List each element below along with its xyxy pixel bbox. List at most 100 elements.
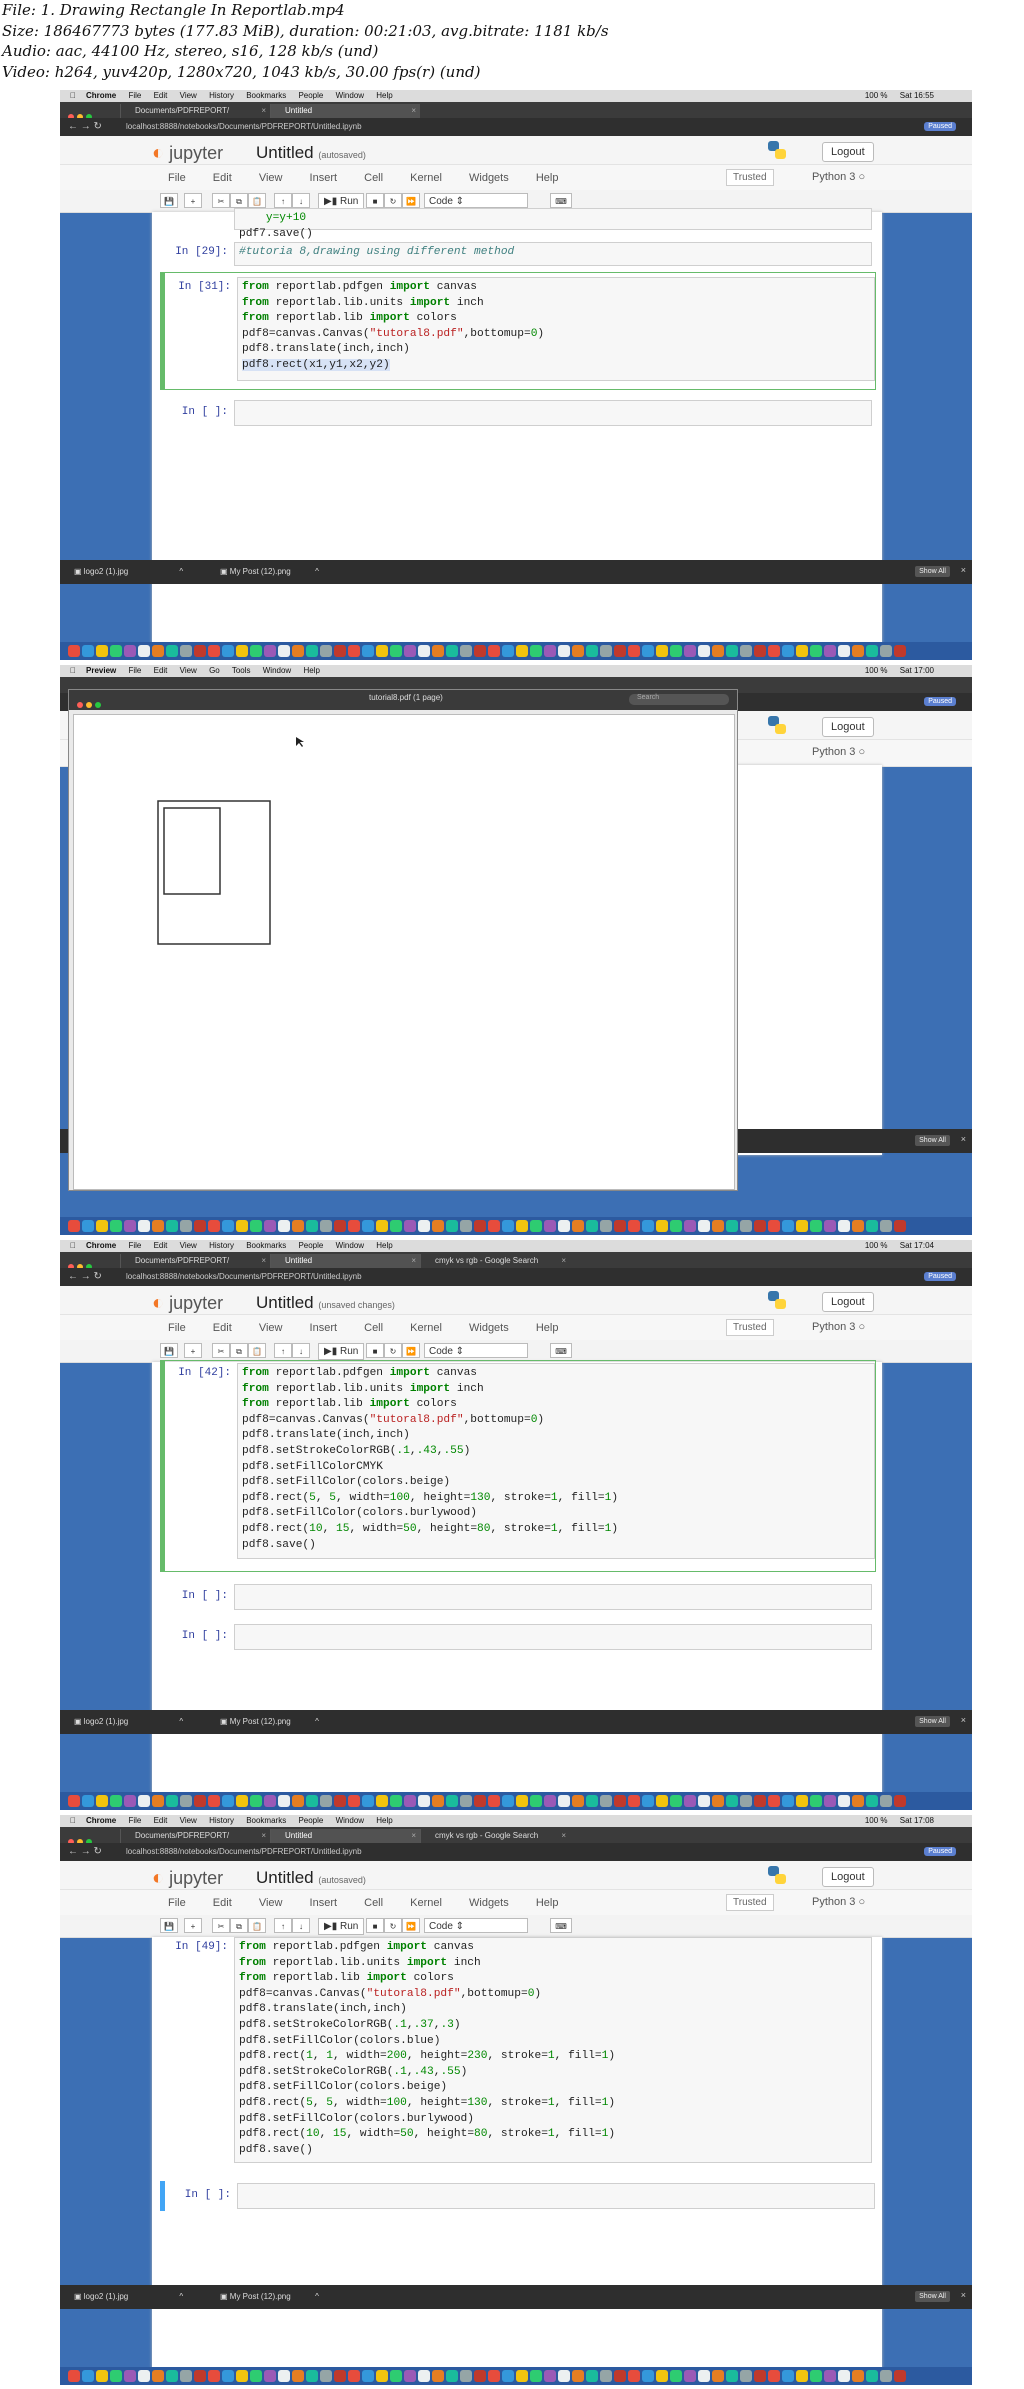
dock-app-icon[interactable]	[68, 645, 80, 657]
dock-app-icon[interactable]	[320, 1220, 332, 1232]
dock-icons[interactable]	[68, 2370, 964, 2382]
dock-app-icon[interactable]	[152, 645, 164, 657]
empty-cell[interactable]: In [ ]:	[162, 398, 872, 426]
dock-app-icon[interactable]	[726, 645, 738, 657]
dock-app-icon[interactable]	[82, 1220, 94, 1232]
menu-view[interactable]: View	[180, 1241, 197, 1250]
jmenu-insert[interactable]: Insert	[310, 1897, 338, 1909]
menu-file[interactable]: File	[128, 1816, 141, 1825]
dock-app-icon[interactable]	[460, 2370, 472, 2382]
cell-type-select[interactable]: Code ⇕	[424, 1343, 528, 1358]
dock-app-icon[interactable]	[96, 1220, 108, 1232]
dock-app-icon[interactable]	[320, 645, 332, 657]
dock-app-icon[interactable]	[236, 1795, 248, 1807]
menu-edit[interactable]: Edit	[154, 1816, 168, 1825]
dock-app-icon[interactable]	[348, 1795, 360, 1807]
move-up-icon[interactable]: ↑	[274, 193, 292, 208]
dock-app-icon[interactable]	[418, 2370, 430, 2382]
menu-people[interactable]: People	[298, 1816, 323, 1825]
run-button[interactable]: ▶▮ Run	[318, 1918, 365, 1935]
dock-app-icon[interactable]	[530, 1795, 542, 1807]
jmenu-edit[interactable]: Edit	[213, 1322, 232, 1334]
dock-app-icon[interactable]	[572, 2370, 584, 2382]
dock-app-icon[interactable]	[894, 1220, 906, 1232]
jmenu-file[interactable]: File	[168, 172, 186, 184]
dock-app-icon[interactable]	[334, 2370, 346, 2382]
close-icon[interactable]: ×	[411, 1254, 416, 1268]
dock-app-icon[interactable]	[824, 1795, 836, 1807]
dock-icons[interactable]	[68, 1220, 964, 1232]
restart-icon[interactable]: ↻	[384, 1343, 402, 1358]
dock-app-icon[interactable]	[740, 2370, 752, 2382]
dock-app-icon[interactable]	[642, 1795, 654, 1807]
dock-app-icon[interactable]	[838, 2370, 850, 2382]
empty-cell[interactable]: In [ ]:	[162, 1582, 872, 1610]
prev-cell[interactable]: y=y+10 pdf7.save()	[162, 208, 872, 240]
dock-app-icon[interactable]	[726, 2370, 738, 2382]
dock-app-icon[interactable]	[628, 2370, 640, 2382]
dock-app-icon[interactable]	[642, 645, 654, 657]
dock-app-icon[interactable]	[152, 1795, 164, 1807]
menu-edit[interactable]: Edit	[154, 91, 168, 100]
dock-app-icon[interactable]	[768, 1220, 780, 1232]
dock-app-icon[interactable]	[278, 1795, 290, 1807]
empty-cell-input[interactable]	[234, 1584, 872, 1610]
dock-app-icon[interactable]	[656, 1795, 668, 1807]
stop-icon[interactable]: ■	[366, 193, 384, 208]
apple-icon[interactable]: 	[70, 1815, 76, 1827]
dock-app-icon[interactable]	[250, 1795, 262, 1807]
cell-type-select[interactable]: Code ⇕	[424, 1918, 528, 1933]
dock-app-icon[interactable]	[446, 2370, 458, 2382]
dock-app-icon[interactable]	[558, 645, 570, 657]
nav-buttons-icon[interactable]: ← → ↻	[68, 1846, 102, 1857]
tab-untitled[interactable]: Untitled ×	[270, 1254, 420, 1268]
dock-app-icon[interactable]	[670, 2370, 682, 2382]
stop-icon[interactable]: ■	[366, 1918, 384, 1933]
dock-app-icon[interactable]	[320, 1795, 332, 1807]
empty-cell-input[interactable]	[234, 1624, 872, 1650]
dock-app-icon[interactable]	[96, 2370, 108, 2382]
dock-app-icon[interactable]	[334, 1795, 346, 1807]
jmenu-kernel[interactable]: Kernel	[410, 172, 442, 184]
notebook-title[interactable]: Untitled (unsaved changes)	[256, 1293, 395, 1313]
dock-app-icon[interactable]	[404, 645, 416, 657]
menu-app-name[interactable]: Preview	[86, 666, 116, 675]
dock-app-icon[interactable]	[502, 1220, 514, 1232]
preview-window[interactable]: tutorial8.pdf (1 page) Search	[68, 689, 738, 1191]
dock-app-icon[interactable]	[306, 2370, 318, 2382]
menu-window[interactable]: Window	[336, 1241, 364, 1250]
save-icon[interactable]: 💾	[160, 193, 178, 208]
cut-icon[interactable]: ✂	[212, 1343, 230, 1358]
close-icon[interactable]: ×	[961, 1715, 966, 1725]
paste-icon[interactable]: 📋	[248, 1918, 266, 1933]
dock-app-icon[interactable]	[516, 1795, 528, 1807]
dock-app-icon[interactable]	[446, 645, 458, 657]
move-up-icon[interactable]: ↑	[274, 1343, 292, 1358]
dock-app-icon[interactable]	[292, 1795, 304, 1807]
jupyter-logo[interactable]: ◐ jupyter	[152, 1867, 223, 1890]
dock-app-icon[interactable]	[432, 1220, 444, 1232]
dock-app-icon[interactable]	[110, 1795, 122, 1807]
dock-app-icon[interactable]	[264, 1220, 276, 1232]
menu-help[interactable]: Help	[303, 666, 319, 675]
empty-cell[interactable]: In [ ]:	[162, 1622, 872, 1650]
nav-buttons-icon[interactable]: ← → ↻	[68, 1271, 102, 1282]
keyboard-icon[interactable]: ⌨	[550, 193, 572, 208]
stop-icon[interactable]: ■	[366, 1343, 384, 1358]
dock-app-icon[interactable]	[82, 1795, 94, 1807]
fast-forward-icon[interactable]: ⏩	[402, 193, 420, 208]
dock-app-icon[interactable]	[558, 1795, 570, 1807]
dock-app-icon[interactable]	[656, 1220, 668, 1232]
dock-app-icon[interactable]	[894, 2370, 906, 2382]
jmenu-widgets[interactable]: Widgets	[469, 1322, 509, 1334]
dock-app-icon[interactable]	[810, 1795, 822, 1807]
dock-icons[interactable]	[68, 1795, 964, 1807]
show-all-button[interactable]: Show All	[915, 2291, 950, 2302]
dock-app-icon[interactable]	[166, 645, 178, 657]
dock-app-icon[interactable]	[782, 1795, 794, 1807]
dock-app-icon[interactable]	[334, 645, 346, 657]
restart-icon[interactable]: ↻	[384, 193, 402, 208]
download-item-1[interactable]: ▣ logo2 (1).jpg ^	[74, 567, 183, 576]
download-item-2[interactable]: ▣ My Post (12).png ^	[220, 2292, 319, 2301]
empty-cell-input[interactable]	[237, 2183, 875, 2209]
